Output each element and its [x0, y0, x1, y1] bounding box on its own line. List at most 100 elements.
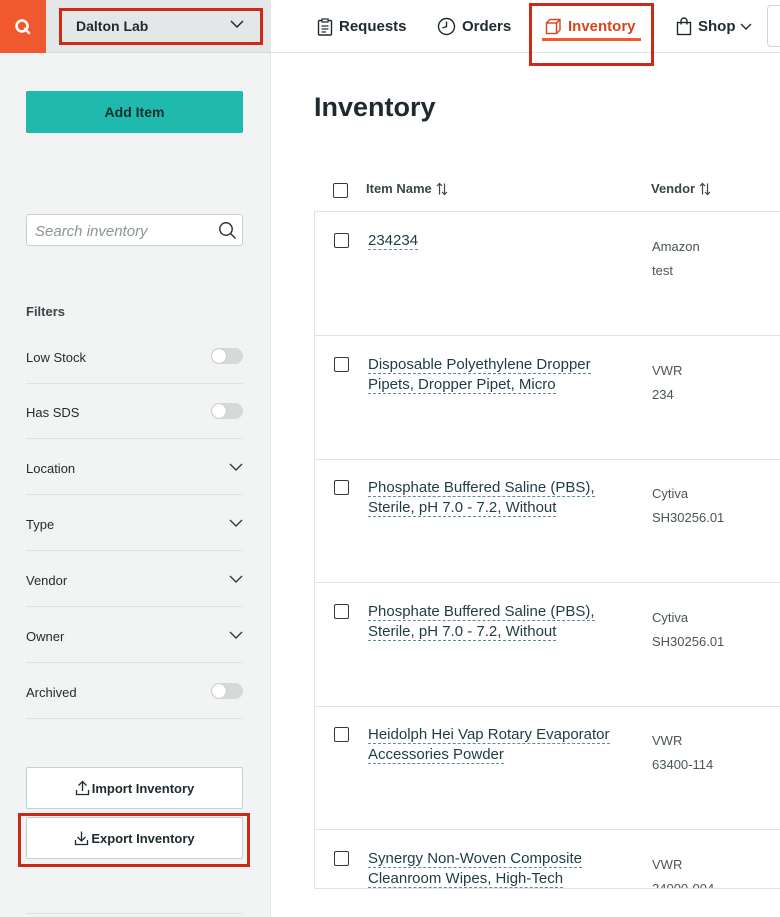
item-name: Phosphate Buffered Saline (PBS), Sterile… [368, 603, 595, 641]
toggle-knob [212, 684, 226, 698]
catalog-number: 63400-114 [652, 757, 714, 772]
active-tab-indicator [542, 38, 641, 41]
filter-owner-label: Owner [26, 629, 65, 644]
table-row: Synergy Non-Woven Composite Cleanroom Wi… [315, 830, 780, 889]
chevron-down-icon [230, 20, 244, 29]
chevron-down-icon [740, 23, 751, 30]
table-row: Heidolph Hei Vap Rotary Evaporator Acces… [315, 706, 780, 830]
filter-location-label: Location [26, 461, 76, 476]
item-name-link[interactable]: Heidolph Hei Vap Rotary Evaporator Acces… [368, 725, 618, 765]
logo-q-icon [15, 18, 31, 34]
catalog-number: test [652, 263, 673, 278]
item-name-link[interactable]: Synergy Non-Woven Composite Cleanroom Wi… [368, 849, 618, 888]
page-title: Inventory [314, 92, 436, 122]
vendor-cell: Cytiva SH30256.01 [652, 606, 724, 654]
has-sds-toggle[interactable] [211, 403, 243, 419]
lab-selector[interactable]: Dalton Lab [46, 0, 271, 53]
table-row: Phosphate Buffered Saline (PBS), Sterile… [315, 459, 780, 583]
select-all-checkbox[interactable] [333, 183, 348, 198]
catalog-number: SH30256.01 [652, 510, 725, 525]
inventory-table: Item Name Vendor 234234 Amazon test Disp… [314, 166, 780, 889]
row-checkbox[interactable] [334, 727, 349, 742]
nav-inventory-label: Inventory [568, 18, 636, 35]
add-item-button[interactable]: Add Item [26, 91, 243, 133]
app: Dalton Lab Requests Orders Inventory Sho… [0, 0, 780, 917]
vendor-name: Cytiva [652, 610, 689, 625]
search-icon[interactable] [218, 221, 237, 240]
item-name-link[interactable]: 234234 [368, 231, 618, 251]
app-logo[interactable] [0, 0, 46, 53]
row-checkbox[interactable] [334, 357, 349, 372]
nav-requests[interactable]: Requests [317, 0, 407, 53]
archived-toggle[interactable] [211, 683, 243, 699]
item-name: Synergy Non-Woven Composite Cleanroom Wi… [368, 850, 582, 888]
catalog-number: 234 [652, 387, 674, 402]
item-name: Phosphate Buffered Saline (PBS), Sterile… [368, 479, 595, 517]
row-checkbox[interactable] [334, 851, 349, 866]
column-item-name-label: Item Name [366, 181, 432, 196]
filter-has-sds: Has SDS [26, 383, 243, 439]
toggle-knob [212, 349, 226, 363]
table-row: Phosphate Buffered Saline (PBS), Sterile… [315, 583, 780, 707]
vendor-name: VWR [652, 733, 683, 748]
item-name: Heidolph Hei Vap Rotary Evaporator Acces… [368, 726, 610, 764]
clock-icon [437, 17, 456, 36]
low-stock-toggle[interactable] [211, 348, 243, 364]
sidebar: Add Item Filters Low Stock Has SDS Locat… [0, 53, 271, 917]
filter-type[interactable]: Type [26, 495, 243, 551]
vendor-name: Cytiva [652, 486, 689, 501]
lab-selector-label: Dalton Lab [76, 18, 149, 34]
item-name-link[interactable]: Phosphate Buffered Saline (PBS), Sterile… [368, 478, 618, 518]
search-input[interactable] [35, 221, 210, 241]
export-inventory-button[interactable]: Export Inventory [26, 817, 243, 859]
filter-archived-label: Archived [26, 685, 77, 700]
vendor-cell: Cytiva SH30256.01 [652, 482, 724, 530]
nav-shop[interactable]: Shop [676, 0, 759, 53]
column-vendor-label: Vendor [651, 181, 696, 196]
column-header-item-name[interactable]: Item Name [366, 181, 448, 196]
row-checkbox[interactable] [334, 604, 349, 619]
vendor-cell: VWR 24000-004 [652, 853, 715, 889]
catalog-number: SH30256.01 [652, 634, 725, 649]
catalog-number: 24000-004 [652, 881, 715, 889]
boxes-icon [545, 18, 561, 35]
filter-vendor-label: Vendor [26, 573, 68, 588]
nav-shop-label: Shop [698, 18, 736, 35]
nav-requests-label: Requests [339, 18, 407, 35]
item-name-link[interactable]: Disposable Polyethylene Dropper Pipets, … [368, 355, 618, 395]
sort-icon [436, 182, 448, 195]
nav-inventory[interactable]: Inventory [542, 0, 651, 53]
filters-heading: Filters [26, 304, 66, 319]
filter-low-stock-label: Low Stock [26, 350, 86, 365]
vendor-name: VWR [652, 857, 683, 872]
toggle-knob [212, 404, 226, 418]
column-header-vendor[interactable]: Vendor [651, 181, 711, 196]
top-nav: Requests Orders Inventory Shop [271, 0, 780, 53]
sidebar-divider [26, 913, 243, 914]
sort-icon [699, 182, 711, 195]
filter-type-label: Type [26, 517, 55, 532]
row-checkbox[interactable] [334, 480, 349, 495]
export-inventory-label: Export Inventory [91, 830, 195, 846]
chevron-down-icon [229, 631, 243, 639]
row-checkbox[interactable] [334, 233, 349, 248]
chevron-down-icon [229, 519, 243, 527]
shopping-bag-icon [676, 17, 692, 36]
nav-orders[interactable]: Orders [437, 0, 511, 53]
filter-archived: Archived [26, 663, 243, 719]
nav-extra-button[interactable] [767, 5, 780, 47]
filter-vendor[interactable]: Vendor [26, 551, 243, 607]
table-row: Disposable Polyethylene Dropper Pipets, … [315, 336, 780, 460]
table-header: Item Name Vendor [314, 166, 780, 212]
import-inventory-label: Import Inventory [91, 780, 195, 796]
vendor-name: VWR [652, 363, 683, 378]
vendor-cell: Amazon test [652, 235, 700, 283]
vendor-name: Amazon [652, 239, 700, 254]
import-inventory-button[interactable]: Import Inventory [26, 767, 243, 809]
filter-owner[interactable]: Owner [26, 607, 243, 663]
chevron-down-icon [229, 463, 243, 471]
item-name-link[interactable]: Phosphate Buffered Saline (PBS), Sterile… [368, 602, 618, 642]
filter-location[interactable]: Location [26, 439, 243, 495]
table-body: 234234 Amazon test Disposable Polyethylen… [314, 212, 780, 889]
nav-orders-label: Orders [462, 18, 512, 35]
